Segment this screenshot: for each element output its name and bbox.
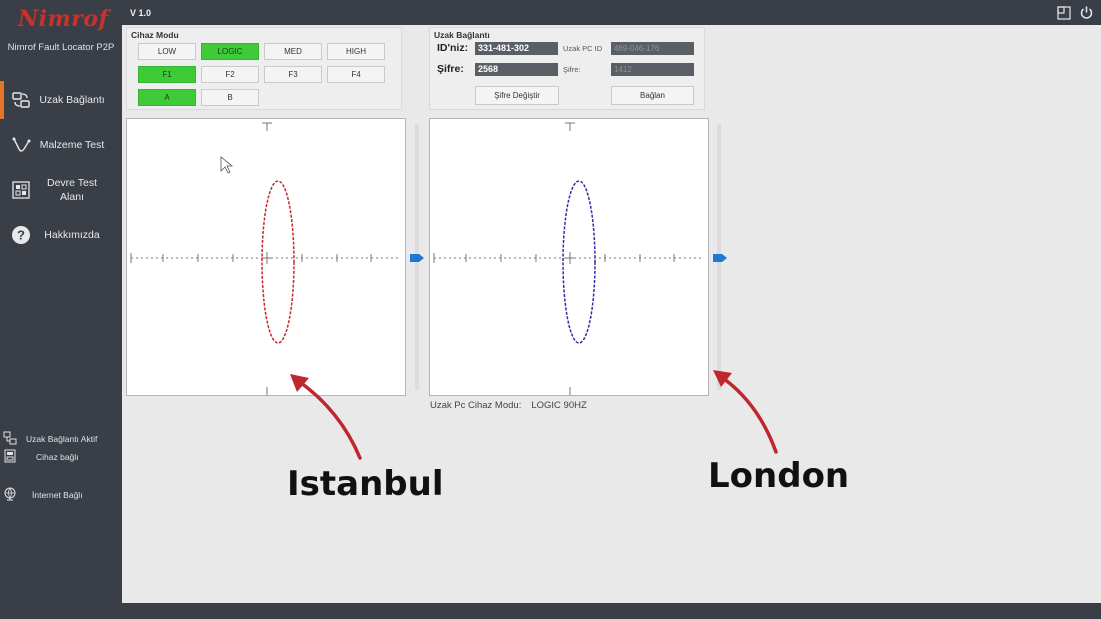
status-label: İnternet Bağlı <box>32 490 83 500</box>
london-arrow-icon <box>713 370 778 454</box>
app-logo: Nimrof <box>18 6 109 32</box>
remote-password-input[interactable]: 1412 <box>611 63 694 76</box>
sidebar: Nimrof Nimrof Fault Locator P2P Uzak Bağ… <box>0 0 122 619</box>
status-remote-active: Uzak Bağlantı Aktif <box>0 430 122 448</box>
scope-axes <box>130 122 401 395</box>
power-icon[interactable] <box>1079 5 1094 20</box>
sidebar-item-about[interactable]: ? Hakkımızda <box>0 214 122 256</box>
remote-scope-plot <box>433 122 704 395</box>
mouse-cursor-icon <box>220 156 234 174</box>
mode-logic-button[interactable]: LOGIC <box>201 43 259 60</box>
sidebar-item-remote-connection[interactable]: Uzak Bağlantı <box>0 79 122 121</box>
status-internet-connected: İnternet Bağlı <box>0 486 122 504</box>
status-device-connected: Cihaz bağlı <box>0 448 122 466</box>
local-scope-plot <box>130 122 401 395</box>
password-label: Şifre: <box>437 63 464 75</box>
mode-high-button[interactable]: HIGH <box>327 43 385 60</box>
id-field: 331-481-302 <box>475 42 558 55</box>
remote-connection-icon <box>10 89 32 111</box>
local-scope-display <box>126 118 406 396</box>
mode-low-button[interactable]: LOW <box>138 43 196 60</box>
channel-a-button[interactable]: A <box>138 89 196 106</box>
remote-signal-trace <box>562 180 596 344</box>
bottom-bar <box>122 603 1101 619</box>
connect-button[interactable]: Bağlan <box>611 86 694 105</box>
sidebar-item-label: Hakkımızda <box>44 229 100 241</box>
remote-scope-display <box>429 118 709 396</box>
help-icon: ? <box>10 224 32 246</box>
istanbul-arrow-icon <box>290 374 362 460</box>
freq-f1-button[interactable]: F1 <box>138 66 196 83</box>
remote-marker-icon[interactable] <box>713 254 727 262</box>
freq-f4-button[interactable]: F4 <box>327 66 385 83</box>
london-label: London <box>708 456 850 496</box>
app-name: Nimrof Fault Locator P2P <box>7 42 115 53</box>
channel-b-button[interactable]: B <box>201 89 259 106</box>
remote-connection-title: Uzak Bağlantı <box>434 30 490 40</box>
istanbul-label: Istanbul <box>287 464 444 504</box>
sidebar-item-label: Uzak Bağlantı <box>39 94 105 106</box>
freq-f2-button[interactable]: F2 <box>201 66 259 83</box>
id-label: ID'niz: <box>437 42 469 54</box>
restore-window-icon[interactable] <box>1057 6 1071 20</box>
network-icon <box>3 431 17 445</box>
remote-id-input[interactable]: 469-046-176 <box>611 42 694 55</box>
globe-icon <box>3 487 17 501</box>
remote-id-label: Uzak PC ID <box>563 44 603 53</box>
circuit-icon <box>10 179 32 201</box>
sidebar-item-label: Devre Test Alanı <box>47 177 97 203</box>
remote-connection-panel: Uzak Bağlantı ID'niz: 331-481-302 Uzak P… <box>429 27 705 110</box>
device-icon <box>3 449 17 463</box>
scope-axes <box>433 122 704 395</box>
sidebar-item-label: Malzeme Test <box>39 139 105 151</box>
password-field: 2568 <box>475 63 558 76</box>
device-mode-title: Cihaz Modu <box>131 30 179 40</box>
status-label: Cihaz bağlı <box>36 452 79 462</box>
device-mode-panel: Cihaz Modu LOW LOGIC MED HIGH F1 F2 F3 F… <box>126 27 402 110</box>
local-marker-icon[interactable] <box>410 254 424 262</box>
status-label: Uzak Bağlantı Aktif <box>26 434 98 444</box>
remote-password-label: Şifre: <box>563 65 581 74</box>
remote-mode-label: Uzak Pc Cihaz Modu: <box>430 400 522 411</box>
svg-text:?: ? <box>17 228 25 243</box>
version-label: V 1.0 <box>130 8 152 18</box>
change-password-button[interactable]: Şifre Değiştir <box>475 86 559 105</box>
top-bar: V 1.0 <box>122 0 1101 25</box>
sidebar-item-material-test[interactable]: Malzeme Test <box>0 124 122 166</box>
mode-med-button[interactable]: MED <box>264 43 322 60</box>
remote-mode-value: LOGIC 90HZ <box>531 400 587 411</box>
remote-device-mode: Uzak Pc Cihaz Modu: LOGIC 90HZ <box>430 400 587 411</box>
probe-icon <box>10 134 32 156</box>
freq-f3-button[interactable]: F3 <box>264 66 322 83</box>
sidebar-item-circuit-test[interactable]: Devre Test Alanı <box>0 169 122 211</box>
